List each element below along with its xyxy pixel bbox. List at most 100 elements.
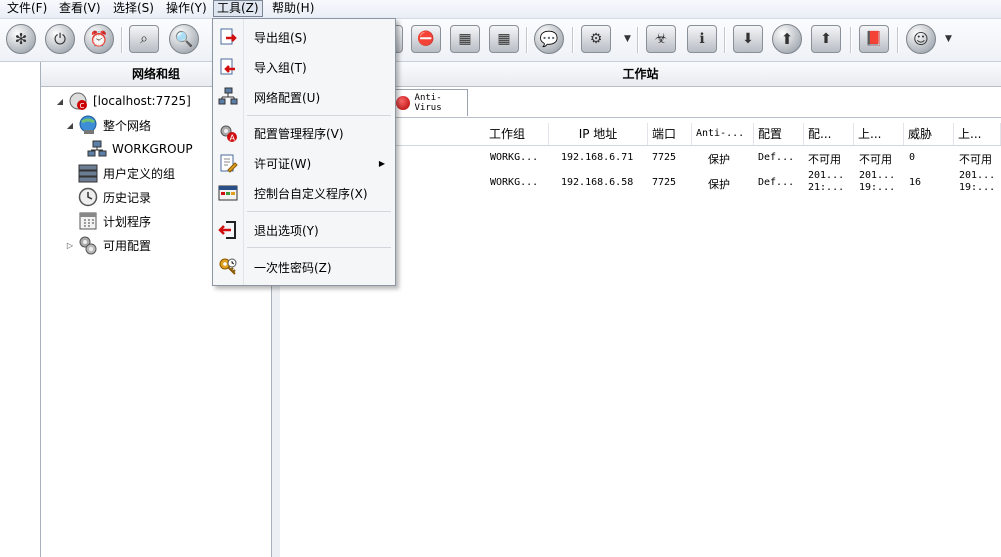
update-icon: ⬆: [772, 24, 802, 54]
tree-node-user-groups[interactable]: 用户定义的组: [65, 162, 175, 184]
submenu-arrow-icon: ▶: [378, 158, 385, 168]
col-workgroup[interactable]: 工作组: [485, 123, 549, 145]
tree-node-label: WORKGROUP: [112, 142, 193, 156]
upload-button[interactable]: ⬆: [810, 23, 842, 55]
scan-icon: ⌕: [129, 25, 159, 53]
menu-view[interactable]: 查看(V): [56, 1, 104, 16]
tree-node-history[interactable]: 历史记录: [65, 186, 151, 208]
menu-file[interactable]: 文件(F): [4, 1, 50, 16]
tree-node-localhost[interactable]: ◢ C [localhost:7725]: [55, 90, 191, 112]
menu-help[interactable]: 帮助(H): [269, 1, 317, 16]
cell-config: Def...: [758, 177, 795, 188]
user-group-icon: [78, 163, 98, 183]
menu-item-network-config[interactable]: 网络配置(U): [213, 83, 395, 111]
server-icon: C: [68, 91, 88, 111]
dog-mascot-icon: ☺: [906, 24, 936, 54]
col-anti[interactable]: Anti-...: [692, 123, 754, 145]
menu-item-label: 许可证(W): [254, 156, 312, 171]
tree-node-label: 整个网络: [103, 118, 152, 133]
cell-ip: 192.168.6.71: [561, 152, 634, 163]
tree-node-label: 可用配置: [103, 238, 152, 253]
cell-last1: 不可用: [859, 153, 892, 166]
chevron-down-icon[interactable]: ▼: [624, 34, 631, 44]
col-last1[interactable]: 上...: [854, 123, 904, 145]
tree-node-scheduler[interactable]: 计划程序: [65, 210, 151, 232]
power-button[interactable]: ⏻: [44, 23, 76, 55]
menu-item-label: 退出选项(Y): [254, 223, 319, 238]
alarm-button[interactable]: ⏰: [83, 23, 115, 55]
menu-item-label: 导出组(S): [254, 30, 307, 45]
tab-anti-virus[interactable]: Anti-Virus: [392, 89, 468, 116]
console-customizer-icon: [213, 183, 243, 203]
svg-text:A: A: [230, 134, 236, 143]
scheduler-icon: [78, 211, 98, 231]
col-config2[interactable]: 配...: [804, 123, 854, 145]
update-button[interactable]: ⬆: [771, 23, 803, 55]
workgroup-icon: [87, 139, 107, 159]
menu-item-import-group[interactable]: 导入组(T): [213, 53, 395, 81]
info-button[interactable]: ℹ: [686, 23, 718, 55]
info-icon: ℹ: [687, 25, 717, 53]
menu-item-console-customizer[interactable]: 控制台自定义程序(X): [213, 179, 395, 207]
cell-port: 7725: [652, 177, 677, 188]
mascot-chevron-down-icon[interactable]: ▼: [945, 34, 952, 44]
cell-last2: 不可用: [959, 153, 992, 166]
menu-item-label: 一次性密码(Z): [254, 260, 332, 275]
expanded-triangle-icon[interactable]: ◢: [65, 121, 75, 130]
col-ip[interactable]: IP 地址: [549, 123, 648, 145]
tree-node-label: 用户定义的组: [103, 166, 176, 181]
anti-virus-icon: [396, 96, 410, 110]
settings-wheel-button[interactable]: ✻: [5, 23, 37, 55]
menu-select[interactable]: 选择(S): [110, 1, 157, 16]
tab-label: Anti-Virus: [414, 93, 442, 113]
search-button[interactable]: 🔍: [168, 23, 200, 55]
gears-button[interactable]: ⚙: [580, 23, 612, 55]
menu-action[interactable]: 操作(Y): [163, 1, 210, 16]
menu-tools[interactable]: 工具(Z): [213, 0, 263, 17]
col-threat[interactable]: 威胁: [904, 123, 954, 145]
report-book-button[interactable]: 📕: [858, 23, 890, 55]
menu-item-label: 配置管理程序(V): [254, 126, 344, 141]
menu-item-export-group[interactable]: 导出组(S): [213, 23, 395, 51]
firewall-block-button[interactable]: ▦: [488, 23, 520, 55]
firewall-button[interactable]: ▦: [449, 23, 481, 55]
globe-network-icon: [78, 115, 98, 135]
tree-node-workgroup[interactable]: WORKGROUP: [87, 138, 193, 160]
config-manager-icon: A: [213, 123, 243, 143]
col-config[interactable]: 配置: [754, 123, 804, 145]
menu-item-label: 导入组(T): [254, 60, 307, 75]
cell-status: 保护: [708, 178, 730, 191]
menu-item-one-time-password[interactable]: 一次性密码(Z): [213, 253, 395, 281]
mascot-button[interactable]: ☺: [905, 23, 937, 55]
cell-workgroup: WORKG...: [490, 177, 539, 188]
menu-item-config-manager[interactable]: A 配置管理程序(V): [213, 119, 395, 147]
report-book-icon: 📕: [859, 25, 889, 53]
collapsed-triangle-icon[interactable]: ▷: [65, 241, 75, 250]
menu-item-label: 控制台自定义程序(X): [254, 186, 368, 201]
download-button[interactable]: ⬇: [732, 23, 764, 55]
power-icon: ⏻: [45, 24, 75, 54]
one-time-password-icon: [213, 257, 243, 277]
menu-item-license[interactable]: 许可证(W) ▶: [213, 149, 395, 177]
config-gears-icon: [78, 235, 98, 255]
cell-config: Def...: [758, 152, 795, 163]
chat-bubble-icon: 💬: [534, 24, 564, 54]
col-port[interactable]: 端口: [648, 123, 692, 145]
cell-last1: 201... 19:...: [859, 170, 896, 193]
scan-button[interactable]: ⌕: [128, 23, 160, 55]
alarm-clock-icon: ⏰: [84, 24, 114, 54]
menu-item-exit-options[interactable]: 退出选项(Y): [213, 216, 395, 244]
message-button[interactable]: 💬: [533, 23, 565, 55]
cell-port: 7725: [652, 152, 677, 163]
expanded-triangle-icon[interactable]: ◢: [55, 97, 65, 106]
shield-block-button[interactable]: ⛔: [410, 23, 442, 55]
tree-node-available-configs[interactable]: ▷ 可用配置: [65, 234, 151, 256]
gear-icon: ✻: [6, 24, 36, 54]
search-icon: 🔍: [169, 24, 199, 54]
biohazard-button[interactable]: ☣: [645, 23, 677, 55]
tree-node-entire-network[interactable]: ◢ 整个网络: [65, 114, 151, 136]
col-last2[interactable]: 上...: [954, 123, 1001, 145]
cell-ip: 192.168.6.58: [561, 177, 634, 188]
cell-config2: 不可用: [808, 153, 841, 166]
tree-node-label: 计划程序: [103, 214, 152, 229]
